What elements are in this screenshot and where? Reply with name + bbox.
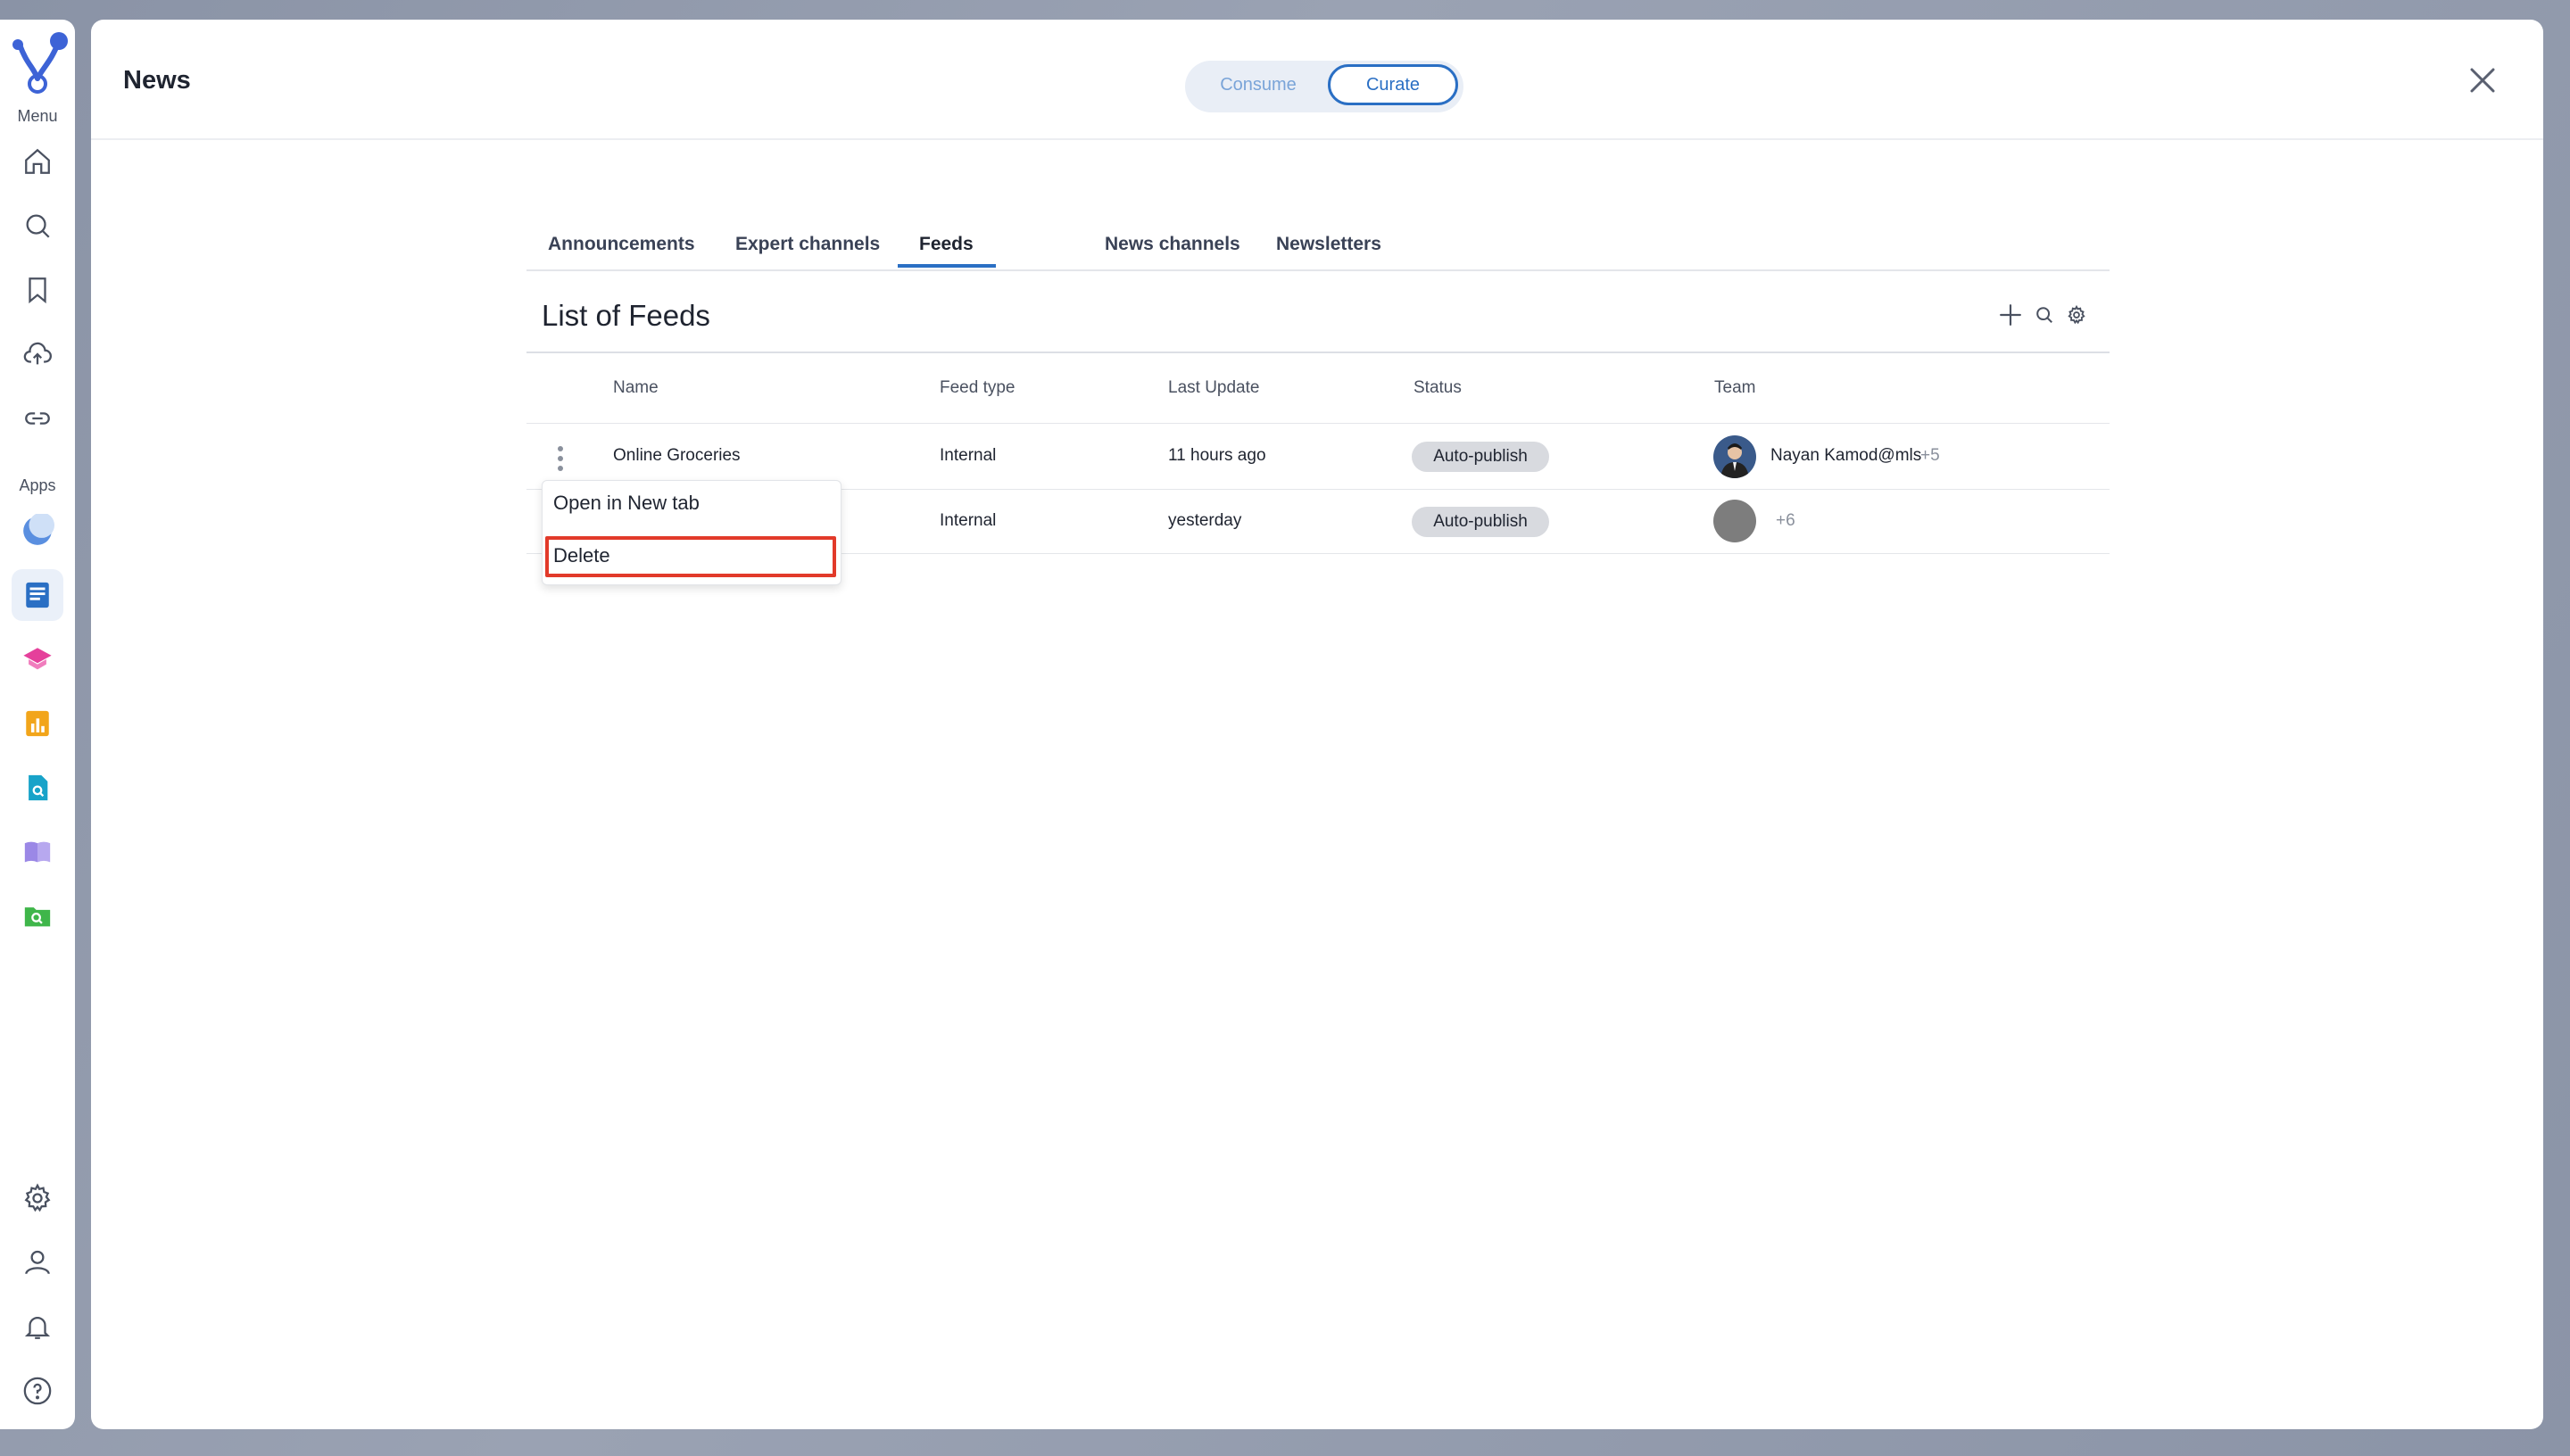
brand-logo-icon[interactable] — [7, 29, 68, 100]
tab-announcements[interactable]: Announcements — [548, 234, 695, 255]
tab-newsletters[interactable]: Newsletters — [1276, 234, 1381, 255]
search-icon[interactable] — [2031, 302, 2058, 328]
help-icon[interactable] — [12, 1365, 63, 1417]
tab-feeds[interactable]: Feeds — [919, 234, 974, 255]
plus-icon[interactable] — [1997, 302, 2024, 328]
gear-icon[interactable] — [12, 1172, 63, 1224]
panel-header: News Consume Curate — [91, 20, 2543, 140]
curate-option[interactable]: Curate — [1328, 64, 1458, 105]
status-badge: Auto-publish — [1412, 442, 1549, 472]
search-icon[interactable] — [12, 200, 63, 252]
last-update: yesterday — [1168, 511, 1242, 530]
close-icon[interactable] — [2468, 66, 2497, 95]
document-search-app-icon[interactable] — [12, 762, 63, 814]
consume-curate-toggle: Consume Curate — [1185, 61, 1463, 112]
menu-item-open-new-tab[interactable]: Open in New tab — [553, 492, 700, 515]
team-member-name: Nayan Kamod@mls — [1770, 446, 1922, 465]
home-icon[interactable] — [12, 136, 63, 187]
crescent-app-icon[interactable] — [12, 505, 63, 557]
user-icon[interactable] — [12, 1237, 63, 1288]
row-context-menu: Open in New tab Delete — [542, 480, 841, 585]
column-header-feed-type[interactable]: Feed type — [940, 378, 1016, 398]
delete-highlight-box — [545, 536, 836, 577]
bookmark-icon[interactable] — [12, 264, 63, 316]
apps-section-label: Apps — [19, 476, 56, 494]
avatar — [1713, 500, 1756, 542]
consume-option[interactable]: Consume — [1194, 64, 1322, 105]
folder-search-app-icon[interactable] — [12, 890, 63, 942]
gear-icon[interactable] — [2063, 302, 2090, 328]
cloud-upload-icon[interactable] — [12, 328, 63, 380]
header-divider — [526, 423, 2110, 424]
avatar — [1713, 435, 1756, 478]
active-tab-indicator — [898, 264, 996, 268]
news-tabs: Announcements Expert channels Feeds News… — [526, 209, 2110, 271]
last-update: 11 hours ago — [1168, 446, 1266, 465]
analytics-app-icon[interactable] — [12, 698, 63, 749]
education-app-icon[interactable] — [12, 633, 63, 685]
feed-name[interactable]: Online Groceries — [613, 446, 741, 466]
tab-news-channels[interactable]: News channels — [1105, 234, 1240, 255]
status-badge: Auto-publish — [1412, 507, 1549, 537]
tab-expert-channels[interactable]: Expert channels — [735, 234, 880, 255]
feed-type: Internal — [940, 446, 997, 465]
news-panel: News Consume Curate Announcements Expert… — [91, 20, 2543, 1429]
menu-section-label: Menu — [17, 107, 58, 125]
column-header-status[interactable]: Status — [1414, 378, 1462, 398]
column-header-team[interactable]: Team — [1714, 378, 1755, 398]
bell-icon[interactable] — [12, 1301, 63, 1353]
left-rail: Menu Apps — [0, 20, 75, 1429]
book-app-icon[interactable] — [12, 826, 63, 878]
column-header-name[interactable]: Name — [613, 378, 659, 398]
feed-type: Internal — [940, 511, 997, 530]
link-icon[interactable] — [12, 393, 63, 444]
team-more-count[interactable]: +6 — [1776, 511, 1795, 531]
team-more-count[interactable]: +5 — [1920, 446, 1940, 466]
more-options-icon[interactable] — [551, 444, 569, 473]
section-divider — [526, 352, 2110, 353]
section-title: List of Feeds — [542, 299, 710, 332]
page-title: News — [123, 66, 191, 95]
column-header-last-update[interactable]: Last Update — [1168, 378, 1259, 398]
news-app-icon[interactable] — [12, 569, 63, 621]
